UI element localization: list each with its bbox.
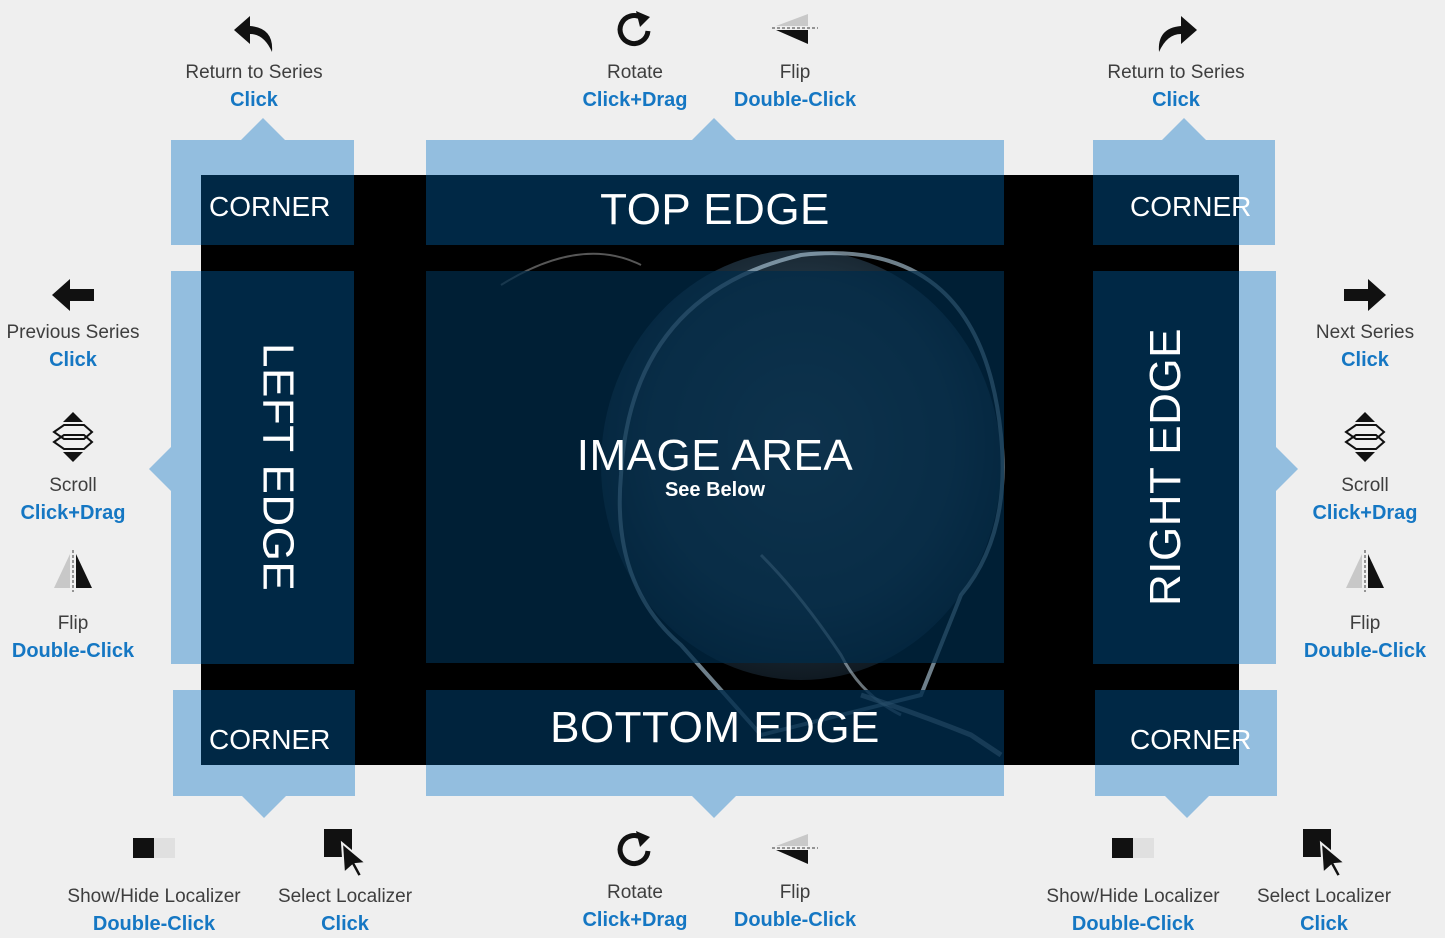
localizer-toggle-icon [1112, 838, 1154, 858]
right-edge-label: RIGHT EDGE [1141, 328, 1190, 607]
image-area-zone[interactable]: IMAGE AREA See Below [426, 271, 1004, 663]
flip-vertical-icon [772, 834, 818, 864]
image-area-sublabel: See Below [664, 478, 766, 501]
label-action: Click+Drag [20, 502, 126, 524]
corner-zone-top-right[interactable]: CORNER [1093, 175, 1251, 245]
label-action: Click [1152, 89, 1200, 111]
scroll-icon [52, 412, 94, 462]
label-action: Click+Drag [1312, 502, 1418, 524]
scroll-icon [1344, 412, 1386, 462]
notch-down [241, 795, 287, 818]
corner-zone-bottom-right[interactable]: CORNER [1095, 690, 1251, 765]
label-title: Flip [1349, 613, 1381, 634]
label-title: Previous Series [6, 322, 140, 343]
label-action: Double-Click [733, 89, 857, 111]
rotate-icon [617, 11, 651, 47]
label-title: Select Localizer [277, 886, 413, 907]
label-action: Double-Click [733, 909, 857, 931]
left-edge-zone[interactable]: LEFT EDGE [201, 271, 354, 664]
return-left-icon [234, 16, 273, 52]
notch-up [691, 118, 737, 141]
localizer-toggle-icon [133, 838, 175, 858]
rotate-icon [617, 831, 651, 867]
label-action: Click [1341, 349, 1389, 371]
previous-series: Previous Series Click [0, 320, 173, 374]
notch-up [240, 118, 286, 141]
top-edge-label: TOP EDGE [600, 185, 830, 234]
label-action: Double-Click [1303, 640, 1427, 662]
corner-zone-top-left[interactable]: CORNER [201, 175, 354, 245]
label-title: Flip [779, 882, 811, 903]
bottom-edge-zone[interactable]: BOTTOM EDGE [426, 690, 1004, 765]
return-to-series-left: Return to Series Click [154, 60, 354, 114]
flip-top: Flip Double-Click [695, 60, 895, 114]
arrow-right-icon [1344, 279, 1386, 311]
label-title: Next Series [1315, 322, 1415, 343]
next-series: Next Series Click [1265, 320, 1445, 374]
bottom-edge-label: BOTTOM EDGE [550, 702, 880, 752]
right-edge-zone[interactable]: RIGHT EDGE [1093, 271, 1239, 664]
return-to-series-right: Return to Series Click [1076, 60, 1276, 114]
label-title: Return to Series [185, 62, 323, 83]
label-title: Flip [779, 62, 811, 83]
corner-label: CORNER [1130, 724, 1252, 755]
label-title: Flip [57, 613, 89, 634]
select-cursor-icon [324, 829, 368, 877]
notch-up [1161, 118, 1207, 141]
label-action: Double-Click [11, 640, 135, 662]
scroll-left: Scroll Click+Drag [0, 473, 173, 527]
show-hide-localizer-right: Show/Hide Localizer Double-Click [1023, 884, 1243, 938]
label-title: Return to Series [1107, 62, 1245, 83]
label-title: Select Localizer [1256, 886, 1392, 907]
label-title: Scroll [1341, 475, 1389, 496]
select-localizer-left: Select Localizer Click [245, 884, 445, 938]
corner-label: CORNER [209, 191, 331, 222]
corner-zone-bottom-left[interactable]: CORNER [201, 690, 355, 765]
image-area-label: IMAGE AREA [576, 430, 854, 480]
top-edge-zone[interactable]: TOP EDGE [426, 175, 1004, 245]
select-cursor-icon [1303, 829, 1347, 877]
flip-vertical-icon [772, 14, 818, 44]
label-action: Click [49, 349, 97, 371]
flip-bottom: Flip Double-Click [695, 880, 895, 934]
corner-label: CORNER [1130, 191, 1252, 222]
notch-down [1164, 795, 1210, 818]
flip-left: Flip Double-Click [0, 611, 173, 665]
left-edge-label: LEFT EDGE [253, 343, 303, 592]
flip-right: Flip Double-Click [1235, 611, 1445, 665]
label-title: Show/Hide Localizer [1046, 886, 1220, 907]
flip-horizontal-icon [1346, 550, 1384, 592]
scroll-right: Scroll Click+Drag [1265, 473, 1445, 527]
show-hide-localizer-left: Show/Hide Localizer Double-Click [44, 884, 264, 938]
flip-horizontal-icon [54, 550, 92, 592]
label-title: Scroll [49, 475, 97, 496]
notch-down [691, 795, 737, 818]
label-title: Show/Hide Localizer [67, 886, 241, 907]
arrow-left-icon [52, 279, 94, 311]
corner-label: CORNER [209, 724, 331, 755]
select-localizer-right: Select Localizer Click [1224, 884, 1424, 938]
label-action: Click [230, 89, 278, 111]
return-right-icon [1158, 16, 1197, 52]
